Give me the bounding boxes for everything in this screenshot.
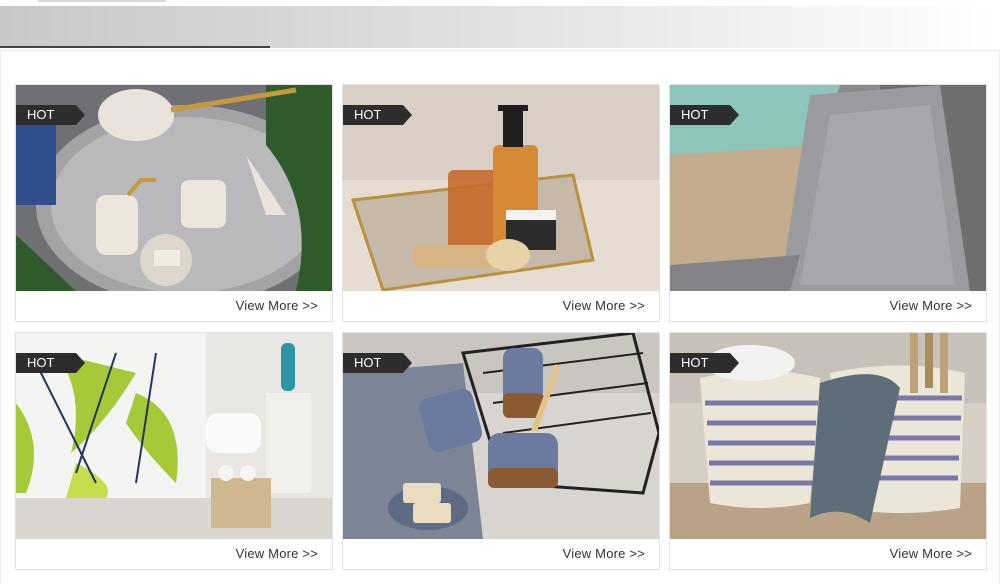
product-card[interactable]: HOT View More >> — [15, 84, 333, 322]
product-card[interactable]: HOT View More >> — [669, 84, 987, 322]
view-more-link[interactable]: View More >> — [563, 298, 645, 313]
view-more-link[interactable]: View More >> — [890, 298, 972, 313]
view-more-link[interactable]: View More >> — [890, 546, 972, 561]
view-more-link[interactable]: View More >> — [563, 546, 645, 561]
hot-badge: HOT — [670, 105, 739, 125]
active-tab-underline — [0, 46, 270, 48]
product-image[interactable]: HOT — [343, 333, 659, 539]
view-more-link[interactable]: View More >> — [236, 546, 318, 561]
hot-badge: HOT — [670, 353, 739, 373]
product-image[interactable]: HOT — [16, 333, 332, 539]
product-card[interactable]: HOT View More >> — [15, 332, 333, 570]
view-more-link[interactable]: View More >> — [236, 298, 318, 313]
product-card[interactable]: HOT View More >> — [342, 332, 660, 570]
product-image[interactable]: HOT — [670, 333, 986, 539]
separator — [0, 50, 1000, 51]
hot-badge: HOT — [16, 353, 85, 373]
hot-badge: HOT — [343, 105, 412, 125]
product-image[interactable]: HOT — [343, 85, 659, 291]
top-border-segment — [38, 0, 166, 2]
product-card[interactable]: HOT View More >> — [342, 84, 660, 322]
product-image[interactable]: HOT — [670, 85, 986, 291]
product-card[interactable]: HOT View More >> — [669, 332, 987, 570]
product-image[interactable]: HOT — [16, 85, 332, 291]
product-grid: HOT View More >> HOT View More >> HOT Vi… — [15, 84, 987, 572]
header-banner — [0, 6, 1000, 48]
hot-badge: HOT — [16, 105, 85, 125]
hot-badge: HOT — [343, 353, 412, 373]
